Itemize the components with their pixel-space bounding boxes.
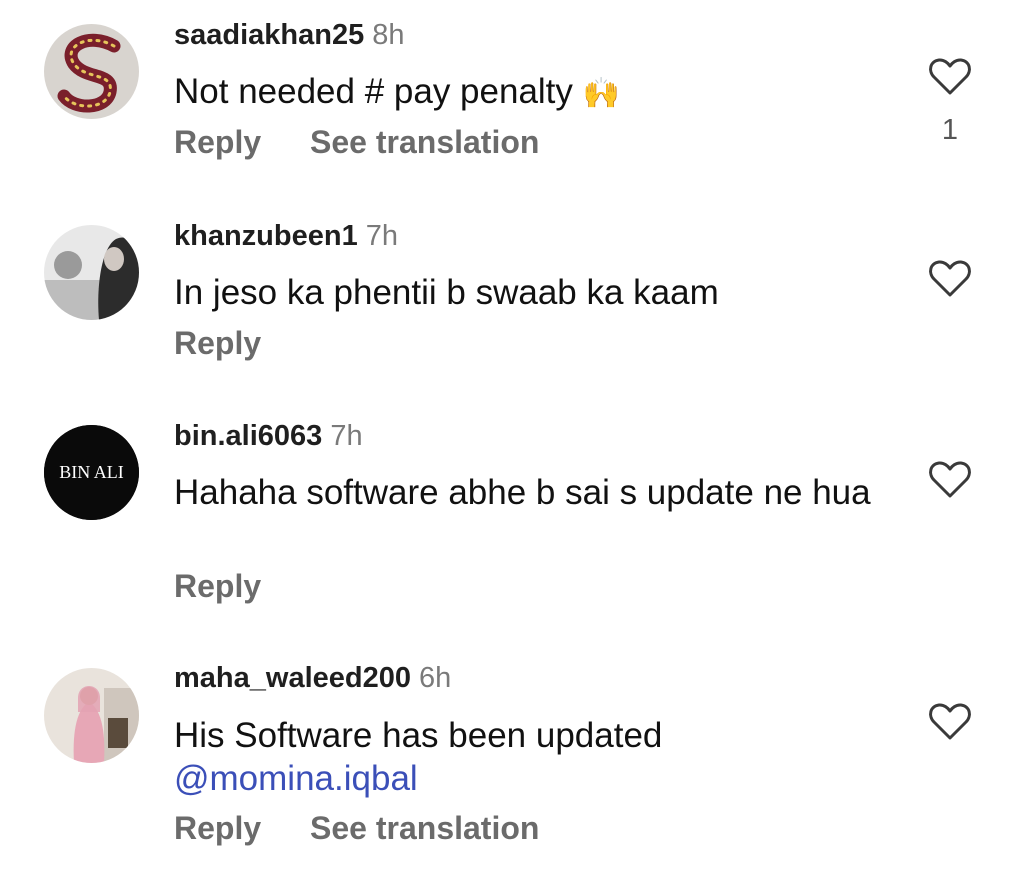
username[interactable]: saadiakhan25 bbox=[174, 19, 364, 51]
see-translation-button[interactable]: See translation bbox=[310, 808, 539, 848]
like-button[interactable] bbox=[928, 702, 972, 742]
username[interactable]: bin.ali6063 bbox=[174, 420, 322, 452]
comment-text-content: Not needed # pay penalty bbox=[174, 72, 573, 111]
raising-hands-emoji-icon: 🙌 bbox=[582, 77, 621, 110]
avatar-image: BIN ALI bbox=[44, 425, 139, 520]
heart-outline-icon bbox=[929, 703, 971, 740]
comment-item: saadiakhan25 8h Not needed # pay penalty … bbox=[0, 0, 1024, 200]
timestamp: 6h bbox=[418, 662, 452, 694]
comment-item: khanzubeen1 7h In jeso ka phentii b swaab… bbox=[0, 200, 1024, 400]
like-button[interactable] bbox=[928, 57, 972, 97]
reply-button[interactable]: Reply bbox=[174, 122, 261, 162]
avatar-logo-text: BIN ALI bbox=[59, 462, 124, 482]
username[interactable]: maha_waleed200 bbox=[174, 662, 411, 694]
avatar-image bbox=[44, 24, 139, 119]
avatar[interactable]: BIN ALI bbox=[44, 425, 139, 520]
comment-text-content: His Software has been updated bbox=[174, 716, 663, 755]
avatar-image bbox=[44, 225, 139, 320]
avatar[interactable] bbox=[44, 24, 139, 119]
comment-item: maha_waleed200 6h His Software has been u… bbox=[0, 640, 1024, 869]
timestamp: 7h bbox=[365, 220, 398, 252]
heart-outline-icon bbox=[929, 260, 971, 297]
see-translation-button[interactable]: See translation bbox=[310, 122, 539, 162]
comment-text: His Software has been updated @momina.iq… bbox=[174, 714, 894, 800]
reply-button[interactable]: Reply bbox=[174, 323, 261, 363]
mention-link[interactable]: @momina.iqbal bbox=[174, 757, 894, 800]
like-button[interactable] bbox=[928, 460, 972, 500]
comment-item: BIN ALI bin.ali6063 7h Hahaha software ab… bbox=[0, 400, 1024, 640]
comment-text: In jeso ka phentii b swaab ka kaam bbox=[174, 273, 719, 312]
comment-text: Not needed # pay penalty 🙌 bbox=[174, 70, 894, 115]
avatar-image bbox=[44, 668, 139, 763]
heart-outline-icon bbox=[929, 58, 971, 95]
heart-outline-icon bbox=[929, 461, 971, 498]
timestamp: 8h bbox=[372, 19, 405, 51]
like-button[interactable] bbox=[928, 259, 972, 299]
reply-button[interactable]: Reply bbox=[174, 566, 261, 606]
like-count: 1 bbox=[941, 114, 959, 146]
comment-text: Hahaha software abhe b sai s update ne h… bbox=[174, 473, 871, 512]
timestamp: 7h bbox=[330, 420, 363, 452]
avatar[interactable] bbox=[44, 225, 139, 320]
avatar[interactable] bbox=[44, 668, 139, 763]
reply-button[interactable]: Reply bbox=[174, 808, 261, 848]
username[interactable]: khanzubeen1 bbox=[174, 220, 358, 252]
